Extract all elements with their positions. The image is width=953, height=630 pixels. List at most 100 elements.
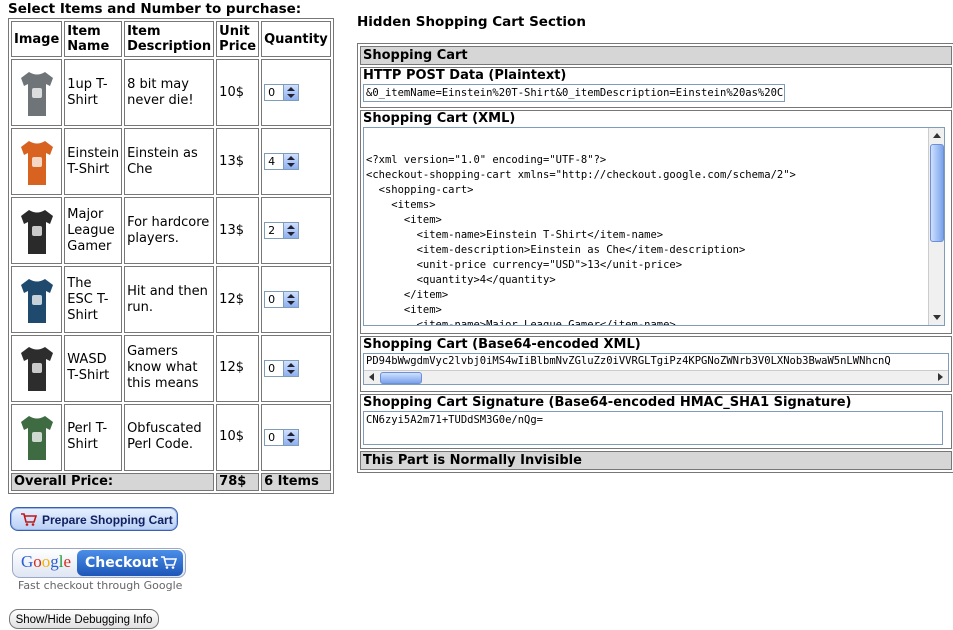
scroll-right-icon[interactable] [938,373,943,382]
item-name: Perl T-Shirt [64,403,123,471]
quantity-cell: 0 [261,59,331,127]
quantity-select[interactable]: 2 [264,222,300,240]
item-name: The ESC T-Shirt [64,266,123,333]
item-description: For hardcore players. [124,197,215,265]
item-name: 1up T-Shirt [64,59,123,127]
xml-content: <?xml version="1.0" encoding="UTF-8"?> <… [366,154,796,327]
item-description: Gamers know what this means [124,334,215,402]
show-hide-debug-button[interactable]: Show/Hide Debugging Info [9,609,159,629]
item-description: Obfuscated Perl Code. [124,403,215,471]
google-letter: o [41,552,51,571]
mlg-shirt-icon [17,206,57,256]
quantity-spinner-icon[interactable] [283,292,299,308]
quantity-select[interactable]: 0 [264,291,300,309]
post-data-label: HTTP POST Data (Plaintext) [363,68,567,84]
item-price: 13$ [216,128,260,196]
cart-icon [161,556,177,569]
quantity-spinner-icon[interactable] [283,223,299,239]
item-image [11,266,63,333]
table-header-row: Image Item Name Item Description Unit Pr… [11,21,331,58]
base64-content: PD94bWwgdmVyc2lvbj0iMS4wIiBlbmNvZGluZz0i… [366,355,891,368]
quantity-select[interactable]: 0 [264,359,300,377]
quantity-spinner-icon[interactable] [283,360,299,376]
table-row: Perl T-Shirt Obfuscated Perl Code. 10$ 0 [11,403,331,471]
signature-textarea[interactable]: CN6zyi5A2m71+TUDdSM3G0e/nQg= [363,410,943,445]
base64-label: Shopping Cart (Base64-encoded XML) [363,337,641,353]
item-name: WASD T-Shirt [64,334,123,402]
item-price: 13$ [216,197,260,265]
quantity-spinner-icon[interactable] [283,154,299,170]
header-image: Image [11,21,63,58]
table-row: The ESC T-Shirt Hit and then run. 12$ 0 [11,266,331,333]
quantity-value: 0 [268,293,276,307]
item-price: 12$ [216,266,260,333]
quantity-select[interactable]: 0 [264,428,300,446]
xml-label: Shopping Cart (XML) [363,111,516,127]
item-image [11,403,63,471]
camel-shirt-icon [17,412,57,462]
base64-textarea[interactable]: PD94bWwgdmVyc2lvbj0iMS4wIiBlbmNvZGluZz0i… [363,353,949,386]
base64-horizontal-scrollbar[interactable] [364,370,948,385]
quantity-select[interactable]: 4 [264,153,300,171]
checkout-label-box: Checkout [77,550,183,576]
quantity-value: 0 [268,86,276,100]
item-description: Einstein as Che [124,128,215,196]
google-letter: e [63,552,72,571]
quantity-cell: 0 [261,266,331,333]
header-item-name: Item Name [64,21,123,58]
item-description: Hit and then run. [124,266,215,333]
total-row: Overall Price: 78$ 6 Items [11,472,331,491]
items-table: Image Item Name Item Description Unit Pr… [8,18,334,494]
einstein-shirt-icon [17,137,57,187]
prepare-button-label: Prepare Shopping Cart [42,513,173,527]
google-logo: Google [21,552,71,572]
quantity-cell: 2 [261,197,331,265]
scroll-up-icon[interactable] [933,133,941,139]
scroll-thumb[interactable] [380,372,422,385]
google-checkout-button[interactable]: Google Checkout [12,548,186,578]
table-row: Einstein T-Shirt Einstein as Che 13$ 4 [11,128,331,196]
header-item-description: Item Description [124,21,215,58]
quantity-cell: 0 [261,334,331,402]
xml-textarea[interactable]: <?xml version="1.0" encoding="UTF-8"?> <… [363,127,945,327]
total-price: 78$ [216,472,260,491]
table-row: WASD T-Shirt Gamers know what this means 1… [11,334,331,402]
item-price: 10$ [216,59,260,127]
post-data-field[interactable]: &0_itemName=Einstein%20T-Shirt&0_itemDes… [363,84,785,103]
cart-footer: This Part is Normally Invisible [360,450,952,470]
google-letter: G [21,552,34,571]
signature-section: Shopping Cart Signature (Base64-encoded … [360,393,952,449]
shopping-cart-panel: Shopping Cart HTTP POST Data (Plaintext)… [357,43,953,473]
quantity-cell: 4 [261,128,331,196]
xml-section: Shopping Cart (XML) <?xml version="1.0" … [360,110,952,335]
quantity-cell: 0 [261,403,331,471]
mushroom-shirt-icon [17,68,57,118]
prepare-shopping-cart-button[interactable]: Prepare Shopping Cart [10,507,178,531]
item-image [11,334,63,402]
shopping-cart-icon [21,513,37,526]
table-row: Major League Gamer For hardcore players. 1… [11,197,331,265]
item-price: 12$ [216,334,260,402]
base64-section: Shopping Cart (Base64-encoded XML) PD94b… [360,336,952,392]
hidden-cart-title: Hidden Shopping Cart Section [357,14,586,30]
select-items-title: Select Items and Number to purchase: [8,1,302,17]
quantity-value: 4 [268,155,276,169]
wasd-shirt-icon [17,343,57,393]
item-name: Einstein T-Shirt [64,128,123,196]
quantity-value: 0 [268,361,276,375]
cart-header: Shopping Cart [360,46,952,66]
scroll-thumb[interactable] [930,144,944,243]
google-checkout: Google Checkout Fast checkout through Go… [12,548,187,594]
quantity-select[interactable]: 0 [264,84,300,102]
total-label: Overall Price: [11,472,215,491]
scroll-left-icon[interactable] [369,373,374,382]
quantity-spinner-icon[interactable] [283,85,299,101]
quantity-value: 0 [268,430,276,444]
item-image [11,59,63,127]
item-image [11,128,63,196]
scroll-down-icon[interactable] [933,315,941,321]
signature-label: Shopping Cart Signature (Base64-encoded … [363,394,852,410]
quantity-spinner-icon[interactable] [283,429,299,445]
xml-vertical-scrollbar[interactable] [928,128,944,326]
item-image [11,197,63,265]
